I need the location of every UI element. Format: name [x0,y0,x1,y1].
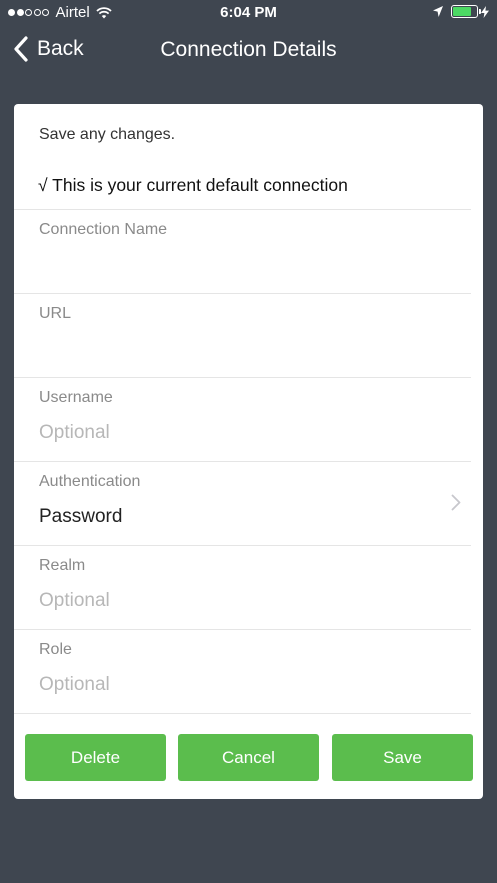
connection-form-card: Save any changes. √ This is your current… [14,104,483,799]
authentication-label: Authentication [39,473,141,490]
realm-label: Realm [39,557,86,574]
delete-button[interactable]: Delete [25,734,166,781]
role-field: Role [14,630,483,714]
charging-bolt-icon [481,5,489,18]
url-label: URL [39,305,72,322]
role-label: Role [39,641,72,658]
action-buttons: Delete Cancel Save [25,734,473,781]
username-field: Username [14,378,483,462]
authentication-value: Password [39,506,123,527]
connection-name-input[interactable] [39,250,439,280]
battery-tip [479,9,481,14]
save-button[interactable]: Save [332,734,473,781]
status-time: 6:04 PM [220,4,277,21]
screen: Airtel 6:04 PM Back Connection Details S… [0,0,497,883]
default-connection-note: √ This is your current default connectio… [38,175,348,195]
page-title: Connection Details [160,38,337,61]
chevron-right-icon [451,494,461,511]
location-arrow-icon [433,6,443,17]
authentication-field[interactable]: Authentication Password [14,462,483,546]
connection-name-field: Connection Name [14,210,483,294]
connection-name-label: Connection Name [39,221,168,238]
save-note: Save any changes. [39,126,176,143]
username-input[interactable] [39,418,439,448]
realm-field: Realm [14,546,483,630]
nav-bar: Back Connection Details [0,26,497,76]
username-label: Username [39,389,113,406]
battery-level [453,7,472,16]
status-right [433,5,489,18]
status-bar: Airtel 6:04 PM [0,0,497,26]
url-input[interactable] [39,334,439,364]
role-input[interactable] [39,670,439,700]
battery-icon [451,5,481,18]
cancel-button[interactable]: Cancel [178,734,319,781]
realm-input[interactable] [39,586,439,616]
divider [14,713,471,714]
url-field: URL [14,294,483,378]
